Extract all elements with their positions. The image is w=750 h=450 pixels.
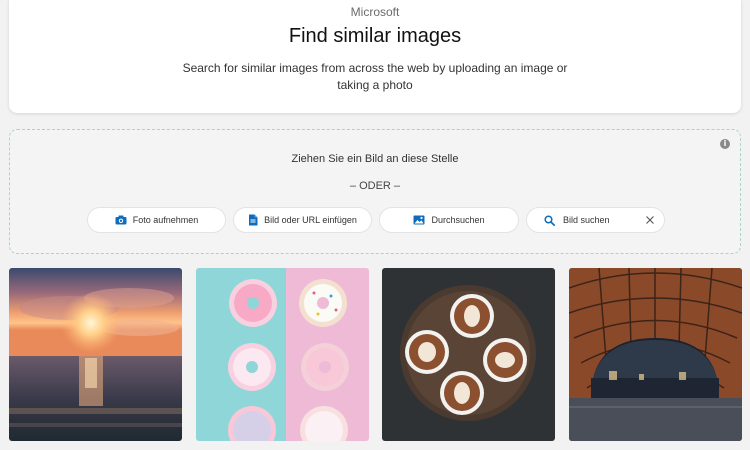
image-icon <box>413 215 425 225</box>
page-title: Find similar images <box>288 25 462 47</box>
drag-instruction: Ziehen Sie ein Bild an diese Stelle <box>291 153 459 165</box>
page-subtitle: Search for similar images from across th… <box>182 61 568 92</box>
example-image-pavilion[interactable] <box>569 268 742 441</box>
image-search-label: Bild suchen <box>563 215 610 225</box>
example-image-sunset[interactable] <box>9 268 182 441</box>
header-card: Microsoft Find similar images Search for… <box>9 0 741 113</box>
info-icon[interactable]: i <box>720 139 730 149</box>
take-photo-button[interactable]: Foto aufnehmen <box>87 207 226 233</box>
or-separator: – ODER – <box>349 180 401 192</box>
take-photo-label: Foto aufnehmen <box>132 215 199 225</box>
image-drop-zone[interactable]: i Ziehen Sie ein Bild an diese Stelle – … <box>9 129 741 254</box>
example-image-coffee[interactable] <box>382 268 555 441</box>
browse-button[interactable]: Durchsuchen <box>379 207 519 233</box>
brand-name: Microsoft <box>350 5 400 19</box>
camera-icon <box>115 215 127 225</box>
paste-image-url-label: Bild oder URL einfügen <box>264 215 357 225</box>
example-image-donuts[interactable] <box>196 268 369 441</box>
document-icon <box>249 214 258 226</box>
close-icon[interactable] <box>645 215 655 225</box>
image-search-box[interactable]: Bild suchen <box>526 207 665 233</box>
search-icon <box>544 214 555 226</box>
paste-image-url-button[interactable]: Bild oder URL einfügen <box>233 207 372 233</box>
browse-label: Durchsuchen <box>431 215 485 225</box>
